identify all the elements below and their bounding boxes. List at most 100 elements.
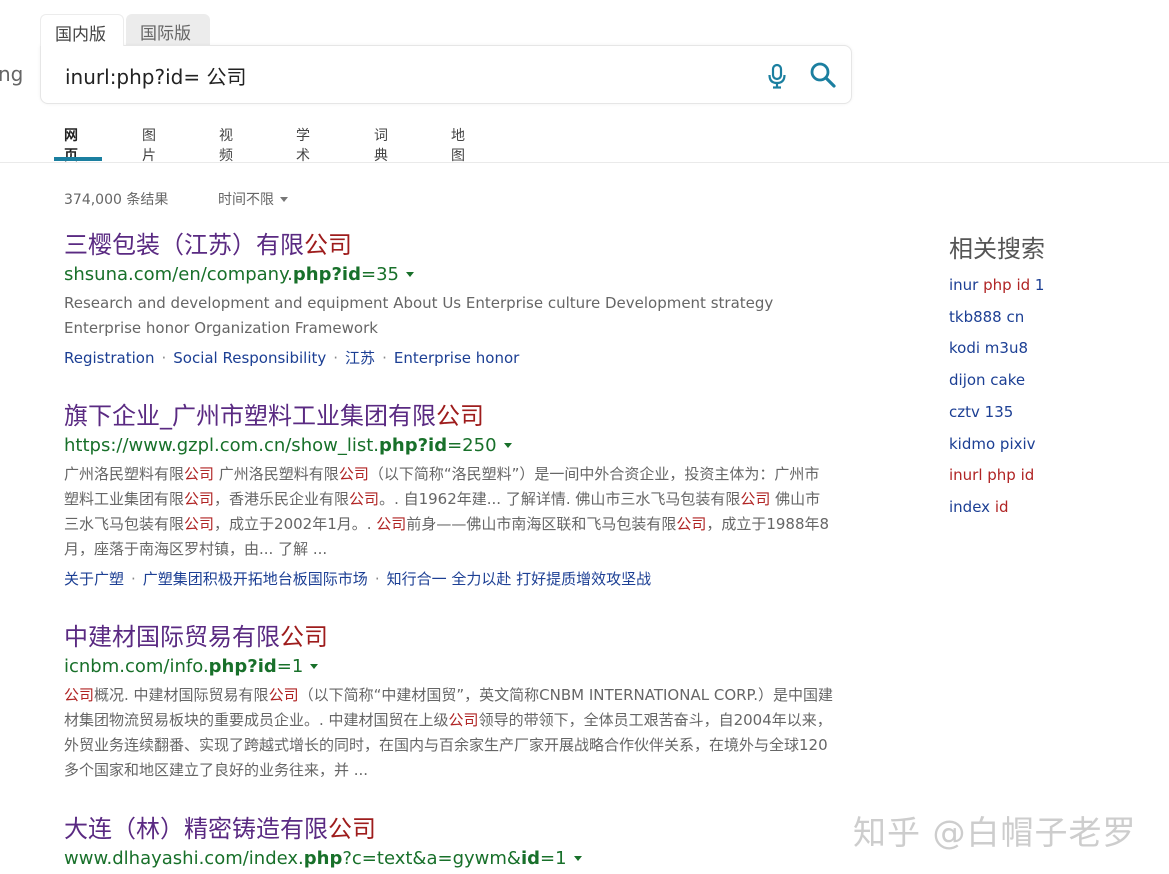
deep-link[interactable]: Social Responsibility	[173, 349, 326, 367]
search-input[interactable]	[65, 60, 725, 90]
snippet-highlight: 公司	[376, 515, 407, 533]
search-result: 中建材国际贸易有限公司 icnbm.com/info.php?id=1 公司概况…	[64, 621, 834, 783]
snippet-highlight: 公司	[184, 490, 215, 508]
tab-maps[interactable]: 地图	[451, 125, 465, 165]
link-separator: ·	[374, 570, 380, 588]
related-text: tkb888 cn	[949, 307, 1025, 326]
result-title-text: 中建材国际贸易有限	[64, 623, 280, 651]
watermark: 知乎 @白帽子老罗	[853, 813, 1137, 852]
url-bold: php?id	[208, 656, 277, 677]
related-text: cztv 135	[949, 402, 1014, 421]
snippet-text: 广州洛民塑料有限	[214, 465, 339, 483]
snippet-highlight: 公司	[676, 515, 707, 533]
microphone-icon[interactable]	[765, 62, 789, 90]
related-searches-list: inur php id 1 tkb888 cn kodi m3u8 dijon cak…	[949, 270, 1044, 524]
caret-down-icon[interactable]	[406, 272, 414, 277]
related-text: index	[949, 497, 995, 516]
caret-down-icon[interactable]	[573, 856, 582, 861]
result-title[interactable]: 大连（林）精密铸造有限公司	[64, 813, 834, 845]
deep-link[interactable]: Registration	[64, 349, 154, 367]
snippet-highlight: 公司	[64, 686, 95, 704]
result-title[interactable]: 中建材国际贸易有限公司	[64, 621, 834, 653]
related-search-item[interactable]: kidmo pixiv	[949, 429, 1044, 461]
result-count: 374,000 条结果	[64, 192, 169, 208]
link-separator: ·	[382, 349, 387, 367]
related-search-item[interactable]: kodi m3u8	[949, 333, 1044, 365]
tab-videos[interactable]: 视频	[219, 125, 233, 165]
result-url[interactable]: shsuna.com/en/company.php?id=35	[64, 262, 834, 288]
deep-link[interactable]: 关于广塑	[64, 570, 124, 588]
tab-academic[interactable]: 学术	[296, 125, 310, 165]
related-search-item[interactable]: cztv 135	[949, 397, 1044, 429]
result-title-text: 大连（林）精密铸造有限	[64, 815, 328, 843]
snippet-text: ，成立于2002年1月。.	[214, 515, 377, 533]
url-part: =1	[540, 848, 567, 869]
url-part: =250	[447, 435, 497, 456]
snippet-highlight: 公司	[338, 465, 369, 483]
search-result: 大连（林）精密铸造有限公司 www.dlhayashi.com/index.ph…	[64, 813, 834, 872]
snippet-highlight: 公司	[349, 490, 380, 508]
related-search-item[interactable]: inurl php id	[949, 460, 1044, 492]
url-bold: php?id	[292, 264, 361, 285]
logo-fragment: ng	[0, 62, 24, 86]
snippet-highlight: 公司	[448, 711, 479, 729]
time-filter[interactable]: 时间不限	[218, 189, 288, 209]
snippet-text: 概况. 中建材国际贸易有限	[94, 686, 269, 704]
tab-images[interactable]: 图片	[142, 125, 156, 165]
related-text: 1	[1030, 276, 1045, 294]
caret-down-icon[interactable]	[503, 443, 512, 448]
time-filter-label: 时间不限	[218, 192, 274, 208]
snippet-highlight: 公司	[268, 686, 299, 704]
result-title[interactable]: 三樱包装（江苏）有限公司	[64, 229, 834, 261]
result-title-highlight: 公司	[304, 231, 352, 259]
related-search-item[interactable]: tkb888 cn	[949, 302, 1044, 334]
related-highlight: php id	[983, 276, 1031, 294]
result-deeplinks: 关于广塑 · 广塑集团积极开拓地台板国际市场 · 知行合一 全力以赴 打好提质增效攻坚战	[64, 568, 834, 590]
snippet-text: 前身——佛山市南海区联和飞马包装有限	[406, 515, 677, 533]
search-box	[40, 45, 852, 104]
related-search-item[interactable]: inur php id 1	[949, 270, 1044, 302]
result-title-text: 三樱包装（江苏）有限	[64, 231, 304, 259]
url-part: https://www.gzpl.com.cn/show_list.	[64, 435, 379, 456]
url-part: =1	[276, 656, 304, 677]
active-tab-indicator	[54, 157, 102, 161]
result-snippet: 广州洛民塑料有限公司 广州洛民塑料有限公司（以下简称“洛民塑料”）是一间中外合资…	[64, 462, 834, 562]
related-highlight: id	[994, 497, 1009, 516]
url-part: =35	[361, 264, 399, 285]
result-deeplinks: Registration · Social Responsibility · 江苏 · En…	[64, 347, 834, 369]
snippet-text: 广州洛民塑料有限	[64, 465, 185, 483]
snippet-highlight: 公司	[184, 465, 215, 483]
related-text: dijon cake	[949, 371, 1026, 390]
snippet-text: Research and development and equipment A…	[64, 294, 774, 337]
deep-link[interactable]: 广塑集团积极开拓地台板国际市场	[143, 570, 368, 588]
deep-link[interactable]: 江苏	[345, 349, 375, 367]
caret-down-icon[interactable]	[310, 664, 319, 669]
search-result: 旗下企业_广州市塑料工业集团有限公司 https://www.gzpl.com.…	[64, 400, 834, 590]
url-part: ?c=text&a=gywm&	[342, 848, 521, 869]
result-snippet: 公司概况. 中建材国际贸易有限公司（以下简称“中建材国贸”，英文简称CNBM I…	[64, 683, 834, 783]
result-title-text: 旗下企业_广州市塑料工业集团有限	[64, 402, 436, 430]
snippet-highlight: 公司	[740, 490, 771, 508]
url-bold: php	[303, 848, 343, 869]
deep-link[interactable]: 知行合一 全力以赴 打好提质增效攻坚战	[387, 570, 652, 588]
deep-link[interactable]: Enterprise honor	[394, 349, 519, 367]
tab-dictionary[interactable]: 词典	[374, 125, 388, 165]
search-icon[interactable]	[809, 61, 837, 89]
related-search-item[interactable]: index id	[949, 492, 1044, 524]
tab-international[interactable]: 国际版	[126, 14, 210, 46]
related-text: kidmo pixiv	[949, 434, 1036, 453]
header-divider	[0, 162, 1169, 163]
snippet-text: ，香港乐民企业有限	[214, 490, 350, 508]
result-title[interactable]: 旗下企业_广州市塑料工业集团有限公司	[64, 400, 834, 432]
result-url[interactable]: icnbm.com/info.php?id=1	[64, 654, 834, 680]
url-part: www.dlhayashi.com/index.	[64, 848, 304, 869]
related-text: inur	[949, 276, 984, 294]
result-url[interactable]: www.dlhayashi.com/index.php?c=text&a=gyw…	[64, 846, 834, 872]
caret-down-icon	[280, 197, 288, 202]
related-search-item[interactable]: dijon cake	[949, 365, 1044, 397]
url-bold: php?id	[379, 435, 448, 456]
related-text: kodi m3u8	[949, 339, 1028, 358]
result-title-highlight: 公司	[328, 815, 376, 843]
tab-domestic[interactable]: 国内版	[40, 14, 124, 46]
result-url[interactable]: https://www.gzpl.com.cn/show_list.php?id…	[64, 433, 834, 459]
